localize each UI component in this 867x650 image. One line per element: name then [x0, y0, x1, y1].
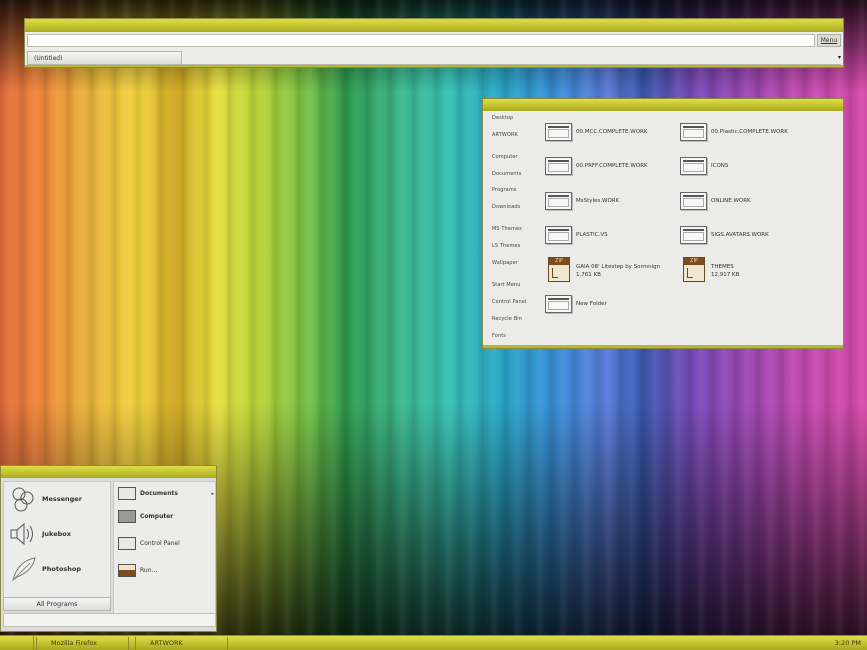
nav-recycle-bin[interactable]: Recycle Bin — [492, 316, 522, 322]
file-item[interactable]: ZIP GAIA 08' Litestep by Sormnign 1,761 … — [545, 257, 660, 282]
nav-control-panel[interactable]: Control Panel — [492, 299, 526, 305]
file-item[interactable]: ONLINE.WORK — [680, 192, 751, 210]
file-item[interactable]: 00.Plastic.COMPLETE.WORK — [680, 123, 788, 141]
file-name: PLASTIC.VS — [576, 232, 608, 238]
program-label: Photoshop — [42, 565, 82, 573]
file-name: MsStyles.WORK — [576, 198, 620, 204]
taskbar: Mozilla Firefox ARTWORK 3:20 PM — [0, 635, 867, 650]
feather-icon — [12, 557, 36, 582]
file-name: 00.Plastic.COMPLETE.WORK — [711, 129, 788, 135]
file-name: 00.PRFF.COMPLETE.WORK — [576, 163, 648, 169]
address-bar[interactable] — [27, 34, 815, 47]
nav-start-menu[interactable]: Start Menu — [492, 282, 521, 288]
start-menu: Messenger Jukebox Photoshop All Programs… — [0, 465, 217, 632]
nav-ls-themes[interactable]: LS Themes — [492, 243, 520, 249]
file-name: ONLINE.WORK — [711, 198, 751, 204]
file-name: GAIA 08' Litestep by Sormnign — [576, 263, 661, 270]
folder-icon — [545, 295, 572, 313]
file-item[interactable]: ICONS — [680, 157, 728, 175]
program-messenger[interactable]: Messenger — [8, 485, 82, 513]
place-label: Documents — [140, 490, 178, 497]
file-item[interactable]: MsStyles.WORK — [545, 192, 619, 210]
file-item[interactable]: PLASTIC.VS — [545, 226, 608, 244]
file-name: New Folder — [576, 301, 607, 307]
place-label: Control Panel — [140, 540, 180, 547]
speaker-icon — [10, 522, 33, 546]
nav-ms-themes[interactable]: MS Themes — [492, 226, 522, 232]
folder-icon — [545, 157, 572, 175]
file-name: THEMES — [711, 263, 734, 270]
file-item[interactable]: SIGS.AVATARS.WORK — [680, 226, 769, 244]
file-size: 12,917 KB — [711, 271, 740, 278]
run-icon — [118, 564, 136, 577]
all-programs-button[interactable]: All Programs — [3, 597, 111, 611]
tab-untitled[interactable]: (Untitled) — [27, 50, 182, 65]
program-jukebox[interactable]: Jukebox — [8, 520, 71, 548]
documents-icon — [118, 487, 136, 500]
zip-archive-icon: ZIP — [683, 257, 705, 282]
place-label: Computer — [140, 513, 174, 520]
place-label: Run... — [140, 567, 158, 574]
place-control-panel[interactable]: Control Panel — [118, 537, 214, 550]
browser-toolbar: Menu — [27, 33, 841, 48]
file-item[interactable]: 00.PRFF.COMPLETE.WORK — [545, 157, 648, 175]
tabs-dropdown-icon[interactable]: ▾ — [838, 54, 841, 61]
file-item[interactable]: New Folder — [545, 295, 607, 313]
explorer-bottom-border — [483, 345, 843, 348]
explorer-window: Desktop ARTWORK Computer Documents Progr… — [482, 98, 844, 349]
nav-documents[interactable]: Documents — [492, 171, 521, 177]
nav-wallpaper[interactable]: Wallpaper — [492, 260, 518, 266]
folder-icon — [545, 123, 572, 141]
folder-icon — [680, 157, 707, 175]
messenger-icon — [12, 487, 34, 512]
folder-icon — [680, 226, 707, 244]
pinned-programs-pane: Messenger Jukebox Photoshop — [3, 481, 111, 603]
place-computer[interactable]: Computer — [118, 510, 214, 523]
zip-archive-icon: ZIP — [548, 257, 570, 282]
start-menu-search-bar[interactable] — [3, 613, 216, 627]
submenu-arrow-icon: ▸ — [211, 490, 214, 497]
place-run[interactable]: Run... — [118, 564, 214, 577]
place-documents[interactable]: Documents ▸ — [118, 487, 214, 500]
program-photoshop[interactable]: Photoshop — [8, 555, 81, 583]
start-menu-header — [1, 466, 216, 478]
nav-desktop[interactable]: Desktop — [492, 115, 513, 121]
file-name: ICONS — [711, 163, 729, 169]
file-item[interactable]: ZIP THEMES 12,917 KB — [680, 257, 739, 282]
places-pane: Documents ▸ Computer Control Panel Run..… — [113, 481, 216, 627]
start-button[interactable] — [0, 636, 34, 650]
computer-icon — [118, 510, 136, 523]
nav-programs[interactable]: Programs — [492, 187, 517, 193]
explorer-titlebar[interactable] — [483, 99, 843, 111]
nav-computer[interactable]: Computer — [492, 154, 518, 160]
taskbar-item-firefox[interactable]: Mozilla Firefox — [36, 637, 129, 650]
browser-window: Menu (Untitled) ▾ — [24, 18, 844, 68]
browser-titlebar[interactable] — [25, 19, 843, 32]
nav-downloads[interactable]: Downloads — [492, 204, 520, 210]
tab-strip-empty: ▾ — [182, 51, 841, 65]
menu-button[interactable]: Menu — [817, 34, 841, 47]
nav-artwork[interactable]: ARTWORK — [492, 132, 518, 138]
folder-icon — [545, 192, 572, 210]
taskbar-clock: 3:20 PM — [834, 639, 861, 647]
file-item[interactable]: 00.MCC.COMPLETE.WORK — [545, 123, 647, 141]
control-panel-icon — [118, 537, 136, 550]
file-name: SIGS.AVATARS.WORK — [711, 232, 769, 238]
program-label: Messenger — [42, 495, 82, 503]
nav-fonts[interactable]: Fonts — [492, 333, 506, 339]
folder-icon — [680, 192, 707, 210]
file-size: 1,761 KB — [576, 271, 601, 278]
tab-strip: (Untitled) ▾ — [27, 50, 841, 65]
browser-bottom-border — [25, 65, 843, 67]
file-name: 00.MCC.COMPLETE.WORK — [576, 129, 648, 135]
taskbar-item-artwork[interactable]: ARTWORK — [135, 637, 228, 650]
folder-icon — [545, 226, 572, 244]
program-label: Jukebox — [42, 530, 71, 538]
folder-icon — [680, 123, 707, 141]
